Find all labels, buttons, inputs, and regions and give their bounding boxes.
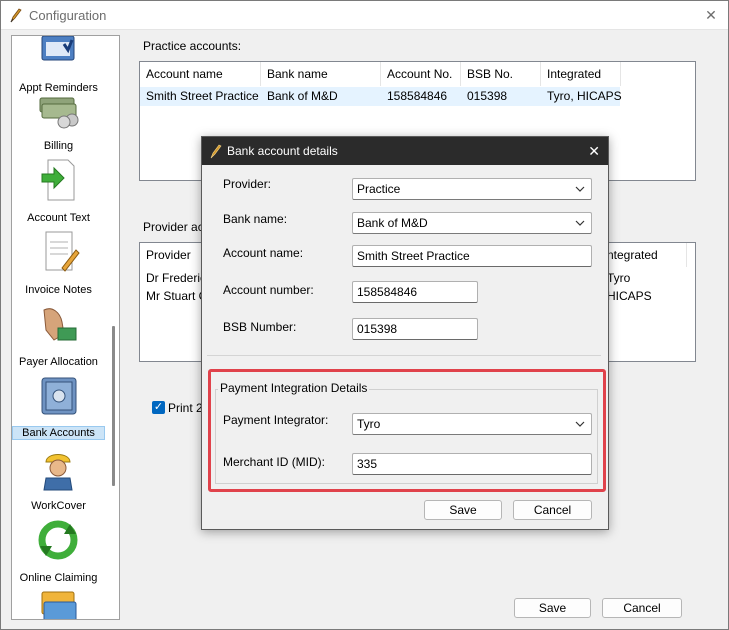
safe-icon (41, 377, 77, 415)
sidebar-scrollbar[interactable] (108, 36, 119, 619)
worker-icon (43, 454, 73, 491)
bank-name-value: Bank of M&D (357, 216, 428, 230)
sidebar-item-account-text[interactable]: Account Text (12, 154, 105, 226)
print-checkbox-label: Print 2 (168, 401, 203, 415)
sidebar-item-label: WorkCover (31, 500, 86, 512)
sidebar-item-workcover[interactable]: WorkCover (12, 442, 105, 514)
window-titlebar: Configuration ✕ (1, 1, 728, 30)
hand-card-icon (43, 308, 77, 341)
table-cell: Tyro, HICAPS (547, 89, 622, 103)
sidebar-item-cards[interactable] (12, 586, 105, 619)
bank-name-select[interactable]: Bank of M&D (352, 212, 592, 234)
chevron-down-icon (575, 220, 585, 226)
scrollbar-thumb[interactable] (112, 326, 115, 486)
chevron-down-icon (575, 186, 585, 192)
dialog-save-button[interactable]: Save (424, 500, 502, 520)
table-cell: 015398 (467, 89, 508, 103)
sidebar-item-label: Invoice Notes (25, 284, 92, 296)
table-cell: Smith Street Practice (146, 89, 259, 103)
provider-select[interactable]: Practice (352, 178, 592, 200)
provider-accounts-label: Provider acc (143, 220, 210, 234)
sidebar-item-label: Account Text (27, 212, 90, 224)
table-cell: HICAPS (607, 289, 652, 303)
document-arrow-icon (41, 159, 75, 201)
dialog-cancel-button[interactable]: Cancel (513, 500, 592, 520)
practice-accounts-label: Practice accounts: (143, 39, 242, 53)
quill-pen-icon (10, 8, 22, 23)
bsb-number-label: BSB Number: (223, 320, 297, 334)
save-button[interactable]: Save (514, 598, 591, 618)
provider-label: Provider: (223, 177, 272, 191)
sidebar-item-label: Billing (43, 140, 74, 152)
sidebar-item-payer-allocation[interactable]: Payer Allocation (12, 298, 105, 370)
sidebar-item-label: Payer Allocation (19, 356, 98, 368)
account-number-field[interactable]: 158584846 (352, 281, 478, 303)
table-cell: Tyro (607, 271, 631, 285)
notepad-pencil-icon (45, 231, 80, 272)
table-cell: Bank of M&D (267, 89, 338, 103)
money-stack-icon (39, 97, 79, 129)
sidebar-item-billing[interactable]: Billing (12, 82, 105, 154)
column-header[interactable]: BSB No. (461, 62, 541, 86)
column-header[interactable]: Integrated (541, 62, 621, 86)
merchant-id-label: Merchant ID (MID): (223, 455, 326, 469)
print-checkbox[interactable]: ✓ (152, 401, 165, 414)
quill-pen-icon (210, 144, 222, 159)
divider (207, 355, 601, 356)
account-name-field[interactable]: Smith Street Practice (352, 245, 592, 267)
column-header[interactable]: Bank name (261, 62, 381, 86)
sidebar-item-invoice-notes[interactable]: Invoice Notes (12, 226, 105, 298)
column-header[interactable]: Account name (140, 62, 261, 86)
bank-name-label: Bank name: (223, 212, 288, 226)
sidebar-item-label: Bank Accounts (12, 426, 105, 440)
recycle-arrows-icon (38, 520, 78, 560)
calendar-icon (41, 36, 75, 61)
payment-integrator-value: Tyro (357, 417, 381, 431)
chevron-down-icon (575, 421, 585, 427)
dialog-close-button[interactable]: ✕ (588, 141, 600, 161)
dialog-titlebar: Bank account details ✕ (202, 137, 608, 165)
merchant-id-field[interactable]: 335 (352, 453, 592, 475)
account-name-label: Account name: (223, 246, 304, 260)
payment-integrator-label: Payment Integrator: (223, 413, 329, 427)
table-cell: Mr Stuart G (146, 289, 209, 303)
sidebar-item-label: Online Claiming (19, 572, 98, 584)
dialog-title: Bank account details (227, 144, 338, 158)
cancel-button[interactable]: Cancel (602, 598, 682, 618)
window-title: Configuration (29, 8, 107, 23)
bsb-number-field[interactable]: 015398 (352, 318, 478, 340)
column-header[interactable]: Account No. (381, 62, 461, 86)
window-close-button[interactable]: ✕ (700, 5, 722, 25)
sidebar-item-bank-accounts[interactable]: Bank Accounts (12, 370, 105, 442)
payment-integration-title: Payment Integration Details (218, 381, 370, 395)
sidebar-item-online-claiming[interactable]: Online Claiming (12, 514, 105, 586)
account-number-label: Account number: (223, 283, 314, 297)
table-cell: 158584846 (387, 89, 448, 103)
configuration-window: Configuration ✕ Appt Reminders Billing A… (0, 0, 729, 630)
config-sidebar: Appt Reminders Billing Account Text Invo… (11, 35, 120, 620)
bank-account-details-dialog: Bank account details ✕ Provider: Practic… (201, 136, 609, 530)
column-header[interactable]: ntegrated (607, 243, 687, 267)
provider-value: Practice (357, 182, 401, 196)
payment-integrator-select[interactable]: Tyro (352, 413, 592, 435)
cards-icon (41, 591, 77, 619)
